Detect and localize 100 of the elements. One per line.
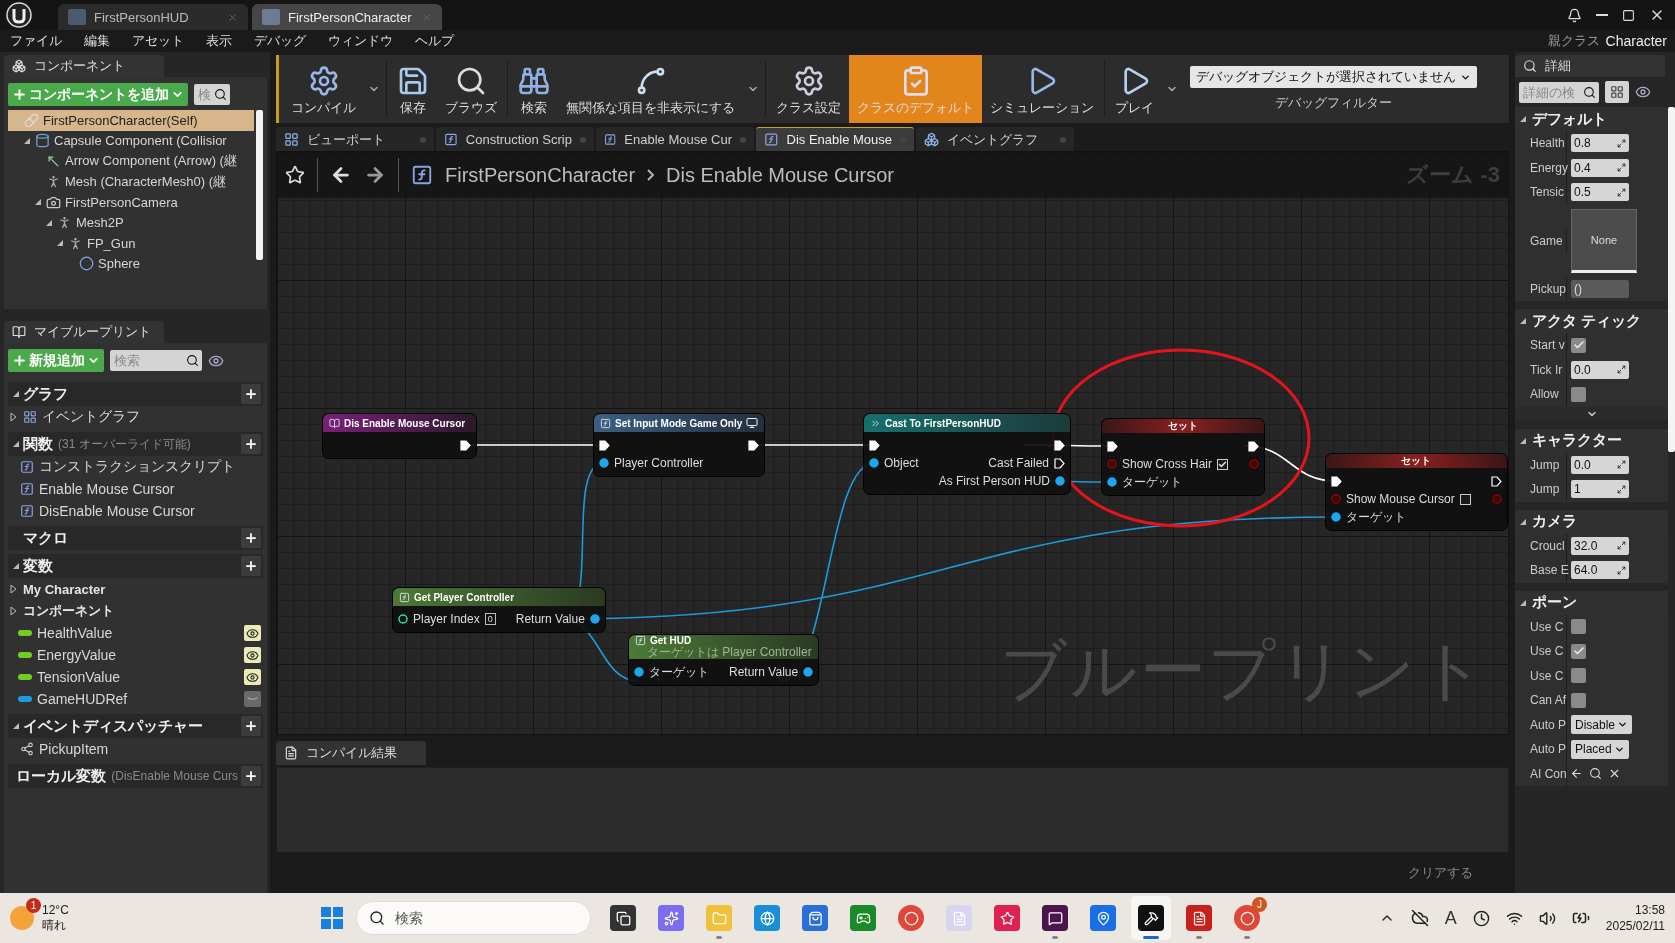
exec-pin-icon[interactable] [1248,440,1260,452]
section-header[interactable]: 関数 (31 オーバーライド可能) [8,432,263,456]
blueprint-node[interactable]: Cast To FirstPersonHUD Object Cast Failed As First Person HUD [864,414,1071,494]
expand-arrow-icon[interactable] [23,136,31,145]
tree-item[interactable]: FP_Gun [8,233,254,254]
category-header[interactable]: アクタ ティック [1515,309,1668,333]
search-field[interactable]: 検索 [110,350,202,371]
panel-tab[interactable]: マイブループリント [4,321,164,343]
arrow-left-icon[interactable] [1570,767,1583,781]
category-header[interactable]: キャラクター [1515,428,1668,453]
exec-pin-icon[interactable] [1331,475,1342,487]
exec-pin-icon[interactable] [1054,439,1066,451]
function-item[interactable]: Enable Mouse Cursor [8,478,263,500]
checkbox[interactable] [1571,668,1586,684]
int-pin-icon[interactable] [398,614,408,624]
expand-arrow-icon[interactable] [10,413,18,421]
number-field[interactable]: 0.8 [1571,134,1629,153]
taskbar-app-button[interactable]: J [1227,896,1267,940]
blueprint-node[interactable]: セット Show Cross Hair ターゲット [1102,419,1265,495]
search-icon[interactable] [186,354,199,367]
variable-category[interactable]: My Character [8,578,263,600]
tree-item[interactable]: Mesh2P [8,212,254,233]
category-header[interactable]: カメラ [1515,509,1668,534]
exec-pin-icon[interactable] [1107,440,1118,452]
checkbox[interactable] [1571,619,1586,635]
toolbar-button[interactable]: コンパイル [283,55,364,123]
dropdown[interactable]: Disable [1571,715,1633,735]
toolbar-button[interactable]: 検索 [510,55,558,123]
forward-arrow-icon[interactable] [364,164,386,186]
number-field[interactable]: 0.0 [1571,360,1629,379]
cloud-off-icon[interactable] [1410,909,1429,927]
variable-item[interactable]: EnergyValue [8,644,263,666]
dispatcher-item[interactable]: PickupItem [8,738,263,760]
expand-arrow-icon[interactable] [12,440,20,448]
asset-thumbnail[interactable]: None [1571,208,1637,273]
windows-logo-icon[interactable] [320,906,344,930]
expand-arrow-icon[interactable] [1519,317,1527,325]
number-field[interactable]: 0.5 [1571,183,1629,202]
notification-icon[interactable] [1567,7,1582,23]
function-item[interactable]: コンストラクションスクリプト [8,456,263,478]
add-button[interactable] [241,716,261,736]
taskbar-app-button[interactable] [1131,896,1171,940]
object-pin-icon[interactable] [1055,476,1066,486]
maximize-icon[interactable] [1622,8,1635,22]
number-field[interactable]: 0.0 [1571,455,1629,474]
toolbar-button[interactable]: プレイ [1107,55,1162,123]
editor-tab[interactable]: FirstPersonCharacter [252,4,442,30]
expand-arrow-icon[interactable] [1519,517,1527,526]
view-options-icon[interactable] [1635,84,1651,100]
text-field[interactable]: () [1571,279,1629,298]
blueprint-node[interactable]: Dis Enable Mouse Cursor [323,414,476,458]
toolbar-button[interactable]: ブラウズ [437,55,505,123]
graph-tab[interactable]: イベントグラフ [916,127,1074,151]
blueprint-node[interactable]: Get Player Controller Player Index 0 Return Value [393,588,605,632]
clear-button[interactable]: クリアする [1402,863,1479,883]
category-header[interactable]: デフォルト [1515,107,1668,131]
expand-arrow-icon[interactable] [10,585,18,593]
expand-arrow-icon[interactable] [12,562,20,570]
debug-object-dropdown[interactable]: デバッグオブジェクトが選択されていません [1190,66,1477,88]
graph-tab[interactable]: Construction Scrip [436,127,594,151]
section-header[interactable]: イベントディスパッチャー [8,714,263,738]
exec-pin-icon[interactable] [748,439,760,451]
add-button[interactable] [241,766,261,786]
search-icon[interactable] [1583,85,1596,99]
category-header[interactable]: ポーン [1515,590,1668,615]
expand-arrow-icon[interactable] [34,198,42,207]
search-field[interactable]: 詳細の検 [1519,81,1599,103]
menu-item[interactable]: アセット [132,32,184,50]
parent-class-link[interactable]: Character [1605,33,1667,49]
search-icon[interactable] [214,88,227,101]
expand-arrow-icon[interactable] [10,607,18,615]
section-header[interactable]: ローカル変数 (DisEnable Mouse Curs [8,764,263,788]
section-header[interactable]: グラフ [8,382,263,406]
menu-item[interactable]: ヘルプ [415,32,454,50]
breadcrumb-item[interactable]: FirstPersonCharacter [445,163,636,187]
blueprint-node[interactable]: セット Show Mouse Cursor ターゲット [1326,454,1507,530]
expand-arrow-icon[interactable] [12,390,20,398]
exec-pin-icon[interactable] [1490,475,1502,487]
graph-tab[interactable]: ビューポート [276,127,434,151]
taskbar-search-field[interactable]: 検索 [356,901,591,935]
pin-checkbox[interactable] [1459,493,1471,505]
checkbox[interactable] [1571,337,1586,353]
add-button[interactable] [241,528,261,548]
exec-pin-icon[interactable] [599,439,610,451]
visibility-toggle[interactable] [244,625,261,641]
tree-item[interactable]: FirstPersonCharacter(Self) [8,110,254,131]
editor-tab[interactable]: FirstPersonHUD [58,4,248,30]
blueprint-node[interactable]: Get HUD ターゲットは Player Controller ターゲット Return Value [629,635,819,685]
toolbar-button[interactable]: 無関係な項目を非表示にする [558,55,743,123]
menu-item[interactable]: ファイル [10,32,62,50]
visibility-toggle[interactable] [244,669,261,685]
variable-item[interactable]: TensionValue [8,666,263,688]
expand-arrow-icon[interactable] [45,218,53,227]
menu-item[interactable]: デバッグ [254,32,306,50]
checkbox[interactable] [1571,643,1586,659]
tree-item[interactable]: FirstPersonCamera [8,192,254,213]
tree-item[interactable]: Capsule Component (Collisior [8,130,254,151]
panel-tab[interactable]: 詳細 [1515,55,1665,77]
object-pin-icon[interactable] [634,667,644,677]
object-pin-icon[interactable] [589,614,600,624]
